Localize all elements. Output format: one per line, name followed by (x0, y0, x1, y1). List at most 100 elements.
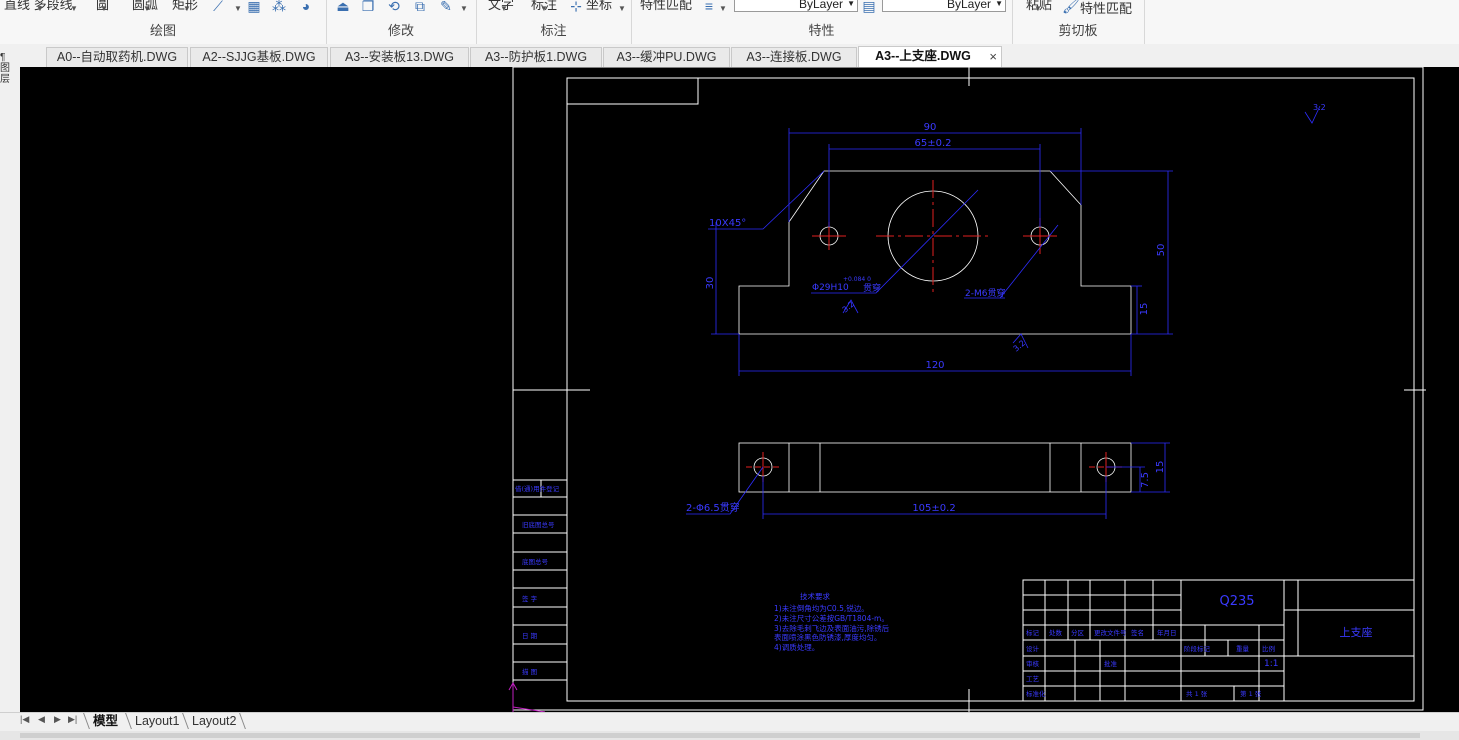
file-tab[interactable]: A3--防护板1.DWG (470, 47, 602, 67)
edit-icon[interactable]: ✎ (438, 0, 454, 14)
drawing-frame (512, 67, 1426, 712)
group-label-draw: 绘图 (149, 23, 176, 38)
chevron-down-icon[interactable]: ▼ (460, 4, 468, 13)
chevron-down-icon: ▼ (995, 0, 1003, 8)
dim-chamfer: 10X45° (709, 218, 746, 229)
dimension-lines (686, 105, 1321, 519)
tb-text: 审核 (1026, 659, 1040, 668)
horizontal-scrollbar[interactable] (0, 731, 1459, 740)
match-properties-button[interactable]: 特性匹配 (640, 0, 692, 13)
group-label-clipboard: 剪切板 (1058, 23, 1098, 38)
tb-text: 更改文件号 (1094, 628, 1127, 637)
close-icon[interactable]: × (989, 47, 997, 66)
dim-30: 30 (705, 277, 716, 290)
region-icon[interactable]: ◕ (298, 0, 314, 14)
chevron-down-icon[interactable]: ▼ (36, 4, 44, 13)
scrollbar-thumb[interactable] (20, 733, 1420, 738)
note-line: 表面喷涂黑色防锈漆,厚度均匀。 (774, 632, 881, 642)
coordinate-icon[interactable]: ⊹ (568, 0, 584, 14)
drawing-canvas[interactable]: 90 65±0.2 10X45° 50 30 15 Φ29H10 +0.084 … (20, 67, 1426, 712)
file-tab[interactable]: A3--缓冲PU.DWG (603, 47, 730, 67)
file-tab[interactable]: A3--安装板13.DWG (330, 47, 469, 67)
title-block-text: 标记 处数 分区 更改文件号 签名 年月日 设计 审核 工艺 标准化 批准 阶段… (1026, 628, 1278, 698)
rotate-icon[interactable]: ⟲ (386, 0, 402, 14)
chevron-down-icon[interactable]: ▼ (100, 4, 108, 13)
lineweight-icon[interactable]: ≡ (701, 0, 717, 14)
chevron-down-icon[interactable]: ▼ (183, 4, 191, 13)
tb-text: 批准 (1104, 659, 1118, 668)
dim-90: 90 (924, 122, 937, 133)
dim-hole: Φ29H10 (812, 283, 849, 293)
dim-65: 65±0.2 (914, 138, 951, 149)
chevron-down-icon[interactable]: ▼ (1034, 4, 1042, 13)
hatch-icon[interactable]: ▦ (246, 0, 262, 14)
match-props-button[interactable]: 特性匹配 (1080, 0, 1132, 17)
roughness-b: 3.2 (841, 299, 857, 314)
chevron-down-icon[interactable]: ▼ (143, 4, 151, 13)
dock-icon[interactable]: 层 (0, 74, 12, 85)
tb-text: 工艺 (1026, 675, 1040, 683)
group-label-properties: 特性 (808, 23, 835, 38)
pencil-icon[interactable]: ⟋ (210, 0, 226, 14)
dim-120: 120 (925, 360, 944, 371)
part-name-label: 上支座 (1340, 625, 1373, 639)
file-tab-active[interactable]: A3--上支座.DWG × (858, 46, 1002, 67)
dim-105: 105±0.2 (912, 503, 955, 514)
note-line: 4)调质处理。 (774, 642, 819, 652)
chevron-down-icon[interactable]: ▼ (719, 4, 727, 13)
ribbon: 直线 多段线 ▼ ▼ 圆 ▼ 圆弧 ▼ 矩形 ▼ ⟋ ▼ ▦ ⁂ ◕ 绘图 ⏏ … (0, 0, 1459, 45)
ribbon-group-properties: 特性匹配 ≡ ▼ ByLayer ▼ ▤ ByLayer ▼ 特性 (631, 0, 1013, 44)
file-tab[interactable]: A0--自动取药机.DWG (46, 47, 188, 67)
material-label: Q235 (1219, 594, 1254, 609)
file-tab[interactable]: A2--SJJG基板.DWG (190, 47, 328, 67)
next-layout-button[interactable]: ▶ (54, 714, 61, 725)
dim-50: 50 (1156, 244, 1167, 257)
note-line: 2)未注尺寸公差按GB/T1804-m。 (774, 613, 889, 623)
tb-scale: 1:1 (1264, 659, 1278, 669)
first-layout-button[interactable]: |◀ (20, 714, 29, 725)
chevron-down-icon[interactable]: ▼ (618, 4, 626, 13)
chevron-down-icon[interactable]: ▼ (500, 4, 508, 13)
file-tab[interactable]: A3--连接板.DWG (731, 47, 857, 67)
color-select[interactable]: ByLayer ▼ (882, 0, 1006, 12)
dim-2m: 2-M6贯穿 (965, 287, 1005, 299)
ribbon-group-clipboard: 粘贴 ▼ 🖌 特性匹配 剪切板 (1012, 0, 1145, 44)
prev-layout-button[interactable]: ◀ (38, 714, 45, 725)
dim-thru: 贯穿 (863, 282, 881, 294)
grid-icon[interactable]: ▤ (861, 0, 877, 14)
strip-label: 旧底图总号 (522, 520, 555, 529)
tb-text: 标准化 (1026, 689, 1046, 698)
dim-tolerance: +0.084 0 (843, 276, 871, 283)
mirror-icon[interactable]: ⧉ (412, 0, 428, 14)
dock-icon[interactable]: ¶ (0, 52, 12, 63)
chevron-down-icon[interactable]: ▼ (234, 4, 242, 13)
linetype-select[interactable]: ByLayer ▼ (734, 0, 858, 12)
note-line: 1)未注倒角均为C0.5,锐边。 (774, 603, 869, 613)
ribbon-group-modify: ⏏ ❐ ⟲ ⧉ ✎ ▼ 修改 (326, 0, 477, 44)
layout-tab-layout1[interactable]: Layout1 (132, 713, 182, 729)
left-strip-labels: 借(通)用件登记 旧底图总号 底图总号 签 字 日 期 描 图 (515, 484, 560, 676)
file-tab-label: A2--SJJG基板.DWG (202, 50, 316, 64)
copy-icon[interactable]: ❐ (360, 0, 376, 14)
stretch-icon[interactable]: ⏏ (335, 0, 351, 14)
last-layout-button[interactable]: ▶| (68, 714, 77, 725)
tb-text: 第 1 张 (1240, 689, 1262, 698)
layout-tab-layout2[interactable]: Layout2 (189, 713, 239, 729)
chevron-down-icon: ▼ (847, 0, 855, 8)
technical-notes: 技术要求 1)未注倒角均为C0.5,锐边。 2)未注尺寸公差按GB/T1804-… (774, 591, 890, 652)
chevron-down-icon[interactable]: ▼ (70, 4, 78, 13)
strip-label: 签 字 (522, 594, 538, 603)
file-tab-label: A3--防护板1.DWG (484, 50, 588, 64)
coordinate-button[interactable]: 坐标 (586, 0, 612, 13)
note-line: 3)去除毛刺飞边及表面油污,除锈后 (774, 623, 890, 633)
file-tab-label: A3--缓冲PU.DWG (616, 50, 717, 64)
ucs-icon (508, 681, 546, 712)
gradient-icon[interactable]: ⁂ (271, 0, 287, 14)
brush-icon[interactable]: 🖌 (1062, 0, 1080, 14)
layout-tab-model[interactable]: 模型 (90, 713, 121, 729)
roughness-top: 3.2 (1313, 103, 1326, 112)
chevron-down-icon[interactable]: ▼ (540, 4, 548, 13)
tb-text: 分区 (1071, 628, 1085, 637)
dock-icon[interactable]: 图 (0, 63, 12, 74)
dim-15-side: 15 (1155, 461, 1166, 474)
